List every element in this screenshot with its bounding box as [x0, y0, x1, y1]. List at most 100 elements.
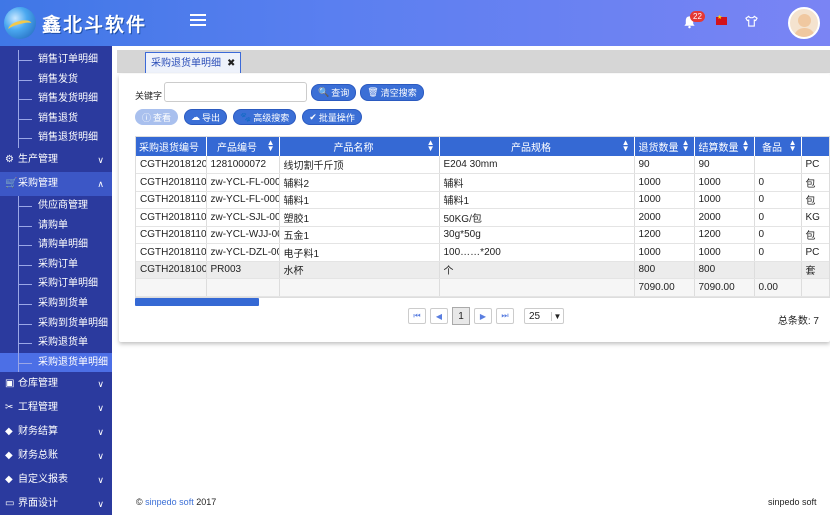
column-header[interactable]: 退货数量 ▲ ▼: [634, 137, 695, 156]
table-cell: CGTH2018110: [136, 208, 207, 227]
table-cell: zw-YCL-FL-000: [206, 173, 280, 192]
column-header[interactable]: 单位: [801, 137, 829, 156]
total-cell: [801, 278, 829, 297]
table-cell: zw-YCL-WJJ-00: [206, 226, 280, 244]
view-button[interactable]: ⓘ 查看: [135, 109, 179, 125]
table-cell: CGTH2018100: [136, 261, 207, 279]
sidebar-item-sales-delivery[interactable]: 销售发货: [0, 69, 112, 90]
table-row-selected[interactable]: CGTH2018100 PR003 水杯 个 800 800 套: [136, 261, 829, 279]
theme-shirt-icon[interactable]: [745, 14, 758, 28]
sidebar-item-supplier-management[interactable]: 供应商管理: [0, 195, 112, 216]
table-header-row: 采购退货编号 产品编号 ▲ ▼ 产品名称 ▲ ▼ 产品规格 ▲ ▼ 退货数量 ▲ ▼ 结算数量 ▲…: [136, 137, 829, 156]
table-row[interactable]: CGTH2018110 zw-YCL-WJJ-00 五金1 30g*50g 12…: [136, 226, 829, 244]
table-cell: 包: [801, 173, 829, 192]
column-header[interactable]: 产品规格 ▲ ▼: [439, 137, 635, 156]
tab-purchase-return-detail[interactable]: 采购退货单明细 ✖: [145, 52, 242, 73]
last-page-icon[interactable]: ⏭: [496, 308, 514, 324]
table-row[interactable]: CGTH2018110 zw-YCL-SJL-00 塑胶1 50KG/包 200…: [136, 208, 829, 227]
menu-toggle-icon[interactable]: [190, 14, 206, 28]
clear-search-label: 清空搜索: [380, 87, 417, 98]
sidebar-item-sales-return[interactable]: 销售退货: [0, 108, 112, 129]
sidebar-item-purchase-order-detail[interactable]: 采购订单明细: [0, 274, 112, 294]
sort-icon[interactable]: ▲ ▼: [742, 139, 750, 153]
sort-icon[interactable]: ▲ ▼: [789, 139, 797, 153]
total-cell: 7090.00: [694, 278, 755, 297]
column-header[interactable]: 采购退货编号: [136, 137, 207, 156]
page-size-select[interactable]: 25 ▼: [524, 308, 564, 324]
pagination: ⏮ ◀ 1 ▶ ⏭ 25 ▼: [408, 307, 564, 325]
table-cell: 0: [754, 243, 802, 262]
table-cell: 90: [634, 156, 695, 174]
query-button[interactable]: 🔍 查询: [311, 83, 357, 101]
close-icon[interactable]: ✖: [227, 54, 235, 73]
notification-badge: 22: [690, 11, 705, 22]
sidebar-group-production[interactable]: ⚙ 生产管理 ∨: [0, 148, 112, 172]
sidebar-item-purchase-receipt-detail[interactable]: 采购到货单明细: [0, 313, 112, 334]
sidebar-item-purchase-return[interactable]: 采购退货单: [0, 333, 112, 353]
column-header[interactable]: 产品名称 ▲ ▼: [279, 137, 440, 156]
sidebar-group-general-ledger[interactable]: ◆ 财务总账 ∨: [0, 444, 112, 468]
current-page[interactable]: 1: [452, 307, 470, 325]
footer-copyright: © sinpedo soft 2017: [136, 497, 216, 507]
sort-icon[interactable]: ▲ ▼: [427, 139, 435, 153]
table-cell: 1000: [694, 243, 755, 262]
sidebar-item-purchase-request-detail[interactable]: 请购单明细: [0, 235, 112, 255]
sidebar-group-ui-design[interactable]: ▭ 界面设计 ∨: [0, 492, 112, 515]
sidebar-group-label: 采购管理: [18, 177, 58, 189]
tab-label: 采购退货单明细: [151, 57, 221, 69]
sidebar-group-purchase[interactable]: 🛒 采购管理 ∧: [0, 171, 112, 196]
sidebar-group-label: 工程管理: [18, 402, 58, 414]
logo: 鑫北斗软件: [4, 6, 147, 40]
table-cell: CGTH2018120: [136, 156, 207, 174]
chevron-down-icon: ∨: [97, 379, 104, 390]
table-row[interactable]: CGTH2018110 zw-YCL-FL-000 辅料1 辅料1 1000 1…: [136, 191, 829, 209]
search-input[interactable]: [164, 82, 308, 102]
sidebar-item-purchase-request[interactable]: 请购单: [0, 215, 112, 236]
sidebar-item-purchase-receipt[interactable]: 采购到货单: [0, 293, 112, 314]
column-header-label: 结算数量: [698, 143, 739, 154]
table-cell: 五金1: [279, 226, 440, 244]
horizontal-scrollbar[interactable]: [135, 298, 259, 306]
chevron-down-icon: ∨: [97, 499, 104, 510]
sidebar-item-sales-delivery-detail[interactable]: 销售发货明细: [0, 89, 112, 109]
export-button[interactable]: ☁ 导出: [184, 109, 228, 125]
total-cell: [136, 278, 207, 297]
logo-text: 鑫北斗软件: [42, 13, 148, 36]
table-row[interactable]: CGTH2018110 zw-YCL-FL-000 辅料2 辅料 1000 10…: [136, 173, 829, 192]
sidebar-item-sales-return-detail[interactable]: 销售退货明细: [0, 128, 112, 148]
table-row[interactable]: CGTH2018120 1281000072 线切割千斤顶 E204 30mm …: [136, 156, 829, 174]
batch-operation-button[interactable]: ✔ 批量操作: [302, 109, 362, 125]
prev-page-icon[interactable]: ◀: [430, 308, 448, 324]
chevron-down-icon: ∨: [97, 403, 104, 414]
column-header-label: 退货数量: [638, 143, 679, 154]
first-page-icon[interactable]: ⏮: [408, 308, 426, 324]
sort-icon[interactable]: ▲ ▼: [682, 139, 690, 153]
sidebar-group-custom-reports[interactable]: ◆ 自定义报表 ∨: [0, 468, 112, 492]
sidebar-item-purchase-order[interactable]: 采购订单: [0, 254, 112, 275]
next-page-icon[interactable]: ▶: [474, 308, 492, 324]
language-flag-icon[interactable]: [716, 14, 727, 25]
total-cell: 7090.00: [634, 278, 695, 297]
sidebar-group-warehouse[interactable]: ▣ 仓库管理 ∨: [0, 372, 112, 396]
sidebar-group-engineering[interactable]: ✂ 工程管理 ∨: [0, 396, 112, 420]
top-header: 鑫北斗软件 22: [0, 0, 830, 46]
column-header[interactable]: 备品 ▲ ▼: [754, 137, 802, 156]
tag-icon: ◆: [5, 426, 13, 438]
table-row[interactable]: CGTH2018110 zw-YCL-DZL-00 电子料1 100……*200…: [136, 243, 829, 262]
column-header-label: 产品编号: [217, 143, 257, 154]
user-avatar[interactable]: [788, 7, 820, 39]
sort-icon[interactable]: ▲ ▼: [622, 139, 630, 153]
sidebar-group-finance-settlement[interactable]: ◆ 财务结算 ∨: [0, 420, 112, 444]
copyright-symbol: ©: [136, 497, 143, 507]
advanced-search-button[interactable]: 🐾 高级搜索: [233, 109, 297, 125]
sidebar-item-purchase-return-detail[interactable]: 采购退货单明细: [0, 352, 112, 373]
table-cell: CGTH2018110: [136, 243, 207, 262]
column-header[interactable]: 产品编号 ▲ ▼: [206, 137, 280, 156]
clear-search-button[interactable]: 🗑 清空搜索: [360, 83, 424, 101]
column-header[interactable]: 结算数量 ▲ ▼: [694, 137, 755, 156]
table-cell: 0: [754, 191, 802, 209]
sort-icon[interactable]: ▲ ▼: [267, 139, 275, 153]
sidebar-item-sales-order-detail[interactable]: 销售订单明细: [0, 50, 112, 70]
total-cell: [439, 278, 635, 297]
footer-brand-link[interactable]: sinpedo soft: [145, 497, 194, 507]
